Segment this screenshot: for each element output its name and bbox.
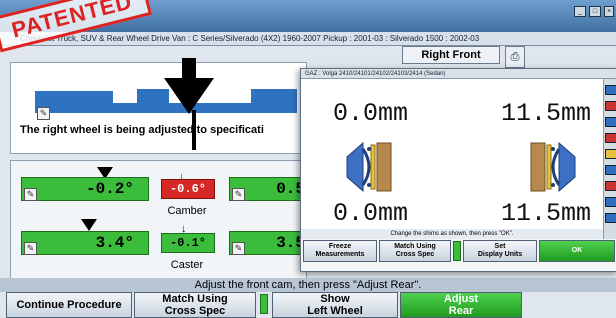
match-line2: Cross Spec [164,305,226,317]
instruction-bar: Adjust the front cam, then press "Adjust… [0,278,616,292]
adjust-line2: Rear [448,305,474,317]
ok-button[interactable]: OK [539,240,615,262]
shim-display-panel: 0.0mm 11.5mm 0.0mm 11.5mm [301,79,603,239]
camber-right-gauge: 0.5 ✎ [229,177,308,201]
edit-pencil-icon[interactable]: ✎ [24,242,37,255]
edit-pencil-icon[interactable]: ✎ [232,242,245,255]
shim-adjust-window: GAZ : Volga 2410/24101/24102/24103/2414 … [300,68,616,272]
match-line1: Match Using [162,293,228,305]
caster-label: Caster [170,259,204,271]
ok-label: OK [571,247,583,254]
side-tool-icon[interactable] [605,181,616,191]
bottom-left-shim-value: 0.0mm [333,199,409,228]
side-tool-icon[interactable] [605,85,616,95]
print-icon[interactable]: ⎙ [505,46,525,68]
readings-panel: -0.2° ✎ ↓ -0.6° Camber 0.5 ✎ 3.4° ✎ ↓ -0… [10,160,308,280]
cross-spec-toggle[interactable] [260,294,268,314]
shim-match-line1: Match Using [394,243,436,250]
camber-center-value: -0.6° [161,179,215,199]
caster-center-value: -0.1° [161,233,215,253]
freeze-line1: Freeze [328,243,352,250]
vehicle-spec-bar: Chevrolet Truck, SUV & Rear Wheel Drive … [0,32,616,46]
show-left-wheel-button[interactable]: Show Left Wheel [272,292,398,318]
wheel-label: Right Front [402,46,500,64]
side-tool-icon[interactable] [605,197,616,207]
set-line1: Set [494,243,506,250]
minimize-icon[interactable]: _ [574,6,586,17]
shim-cross-spec-toggle[interactable] [453,241,461,261]
side-tool-icon[interactable] [605,101,616,111]
set-line2: Display Units [477,251,523,258]
graph-bar [113,103,137,113]
adjust-rear-button[interactable]: Adjust Rear [400,292,522,318]
shim-match-line2: Cross Spec [395,251,435,258]
status-message: The right wheel is being adjusted to spe… [20,124,264,136]
continue-procedure-button[interactable]: Continue Procedure [6,292,132,318]
adjust-pointer-arrow-icon [164,78,214,114]
camber-left-value: -0.2° [85,180,134,198]
edit-pencil-icon[interactable]: ✎ [24,188,37,201]
side-tool-icon[interactable] [605,133,616,143]
camber-label: Camber [167,205,207,217]
edit-pencil-icon[interactable]: ✎ [37,107,50,120]
graph-bar [251,89,297,113]
side-tool-icon[interactable] [605,165,616,175]
right-shim-diagram-icon [530,141,576,193]
edit-pencil-icon[interactable]: ✎ [232,188,245,201]
shim-instruction: Change the shims as shown, then press "O… [301,229,603,239]
top-left-shim-value: 0.0mm [333,99,409,128]
continue-procedure-label: Continue Procedure [16,299,122,311]
side-tool-icon[interactable] [605,117,616,127]
side-tool-icon[interactable] [605,149,616,159]
match-cross-spec-button[interactable]: Match Using Cross Spec [134,292,256,318]
caster-right-gauge: 3.5 ✎ [229,231,308,255]
freeze-line2: Measurements [315,251,365,258]
caster-left-marker-icon [81,219,97,231]
freeze-measurements-button[interactable]: Freeze Measurements [303,240,377,262]
shim-match-cross-spec-button[interactable]: Match Using Cross Spec [379,240,451,262]
maximize-icon[interactable]: □ [589,6,601,17]
bottom-right-shim-value: 11.5mm [501,199,592,228]
caster-left-gauge: 3.4° ✎ [21,231,149,255]
show-line1: Show [320,293,350,305]
caster-left-value: 3.4° [95,234,134,252]
shim-window-title: GAZ : Volga 2410/24101/24102/24103/2414 … [301,69,616,79]
graph-bar [217,103,251,113]
show-line2: Left Wheel [307,305,363,317]
left-shim-diagram-icon [346,141,392,193]
side-tool-icon[interactable] [605,213,616,223]
camber-left-gauge: -0.2° ✎ [21,177,149,201]
set-display-units-button[interactable]: Set Display Units [463,240,537,262]
adjustment-graph: ✎ [10,62,307,154]
close-icon[interactable]: × [604,6,614,17]
adjust-line1: Adjust [443,293,479,305]
top-right-shim-value: 11.5mm [501,99,592,128]
